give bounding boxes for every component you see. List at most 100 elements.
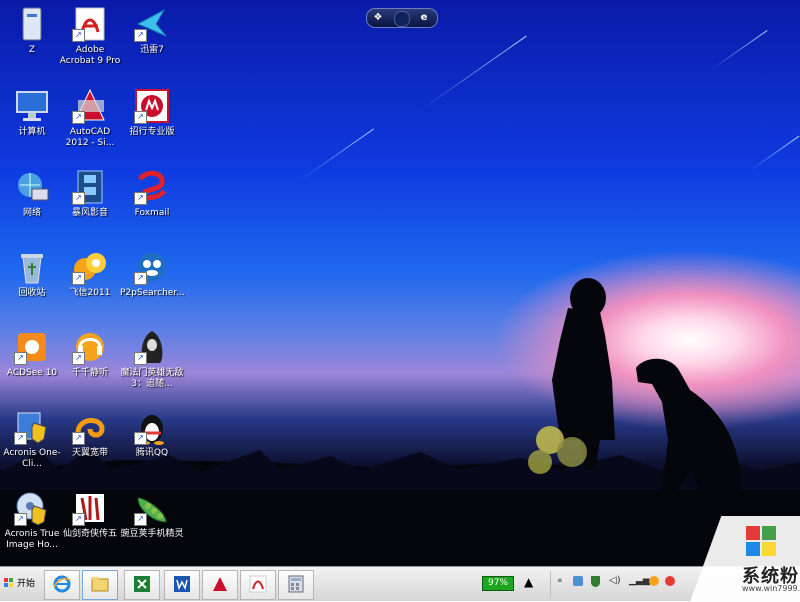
desktop-icon-acdsee[interactable]: ↗ ACDSee 10: [0, 329, 64, 379]
desktop-icon-recycle-bin[interactable]: 回收站: [0, 249, 64, 299]
icon-label: Acronis True Image Ho...: [4, 529, 60, 550]
cmb-bank-icon: ↗: [134, 88, 170, 124]
shortcut-arrow-icon: ↗: [72, 29, 85, 42]
desktop-icon-acrobat[interactable]: ↗ Adobe Acrobat 9 Pro: [58, 6, 122, 67]
desktop-icon-xianjian5[interactable]: ↗ 仙剑奇侠传五: [58, 490, 122, 540]
shortcut-arrow-icon: ↗: [14, 513, 27, 526]
desktop-icon-acronis-trueimage[interactable]: ↗ Acronis True Image Ho...: [0, 490, 64, 551]
start-button[interactable]: 开始: [2, 572, 38, 596]
recycle-bin-icon: [14, 249, 50, 285]
warning-icon[interactable]: ▲: [524, 575, 533, 589]
qq-penguin-icon: ↗: [134, 409, 170, 445]
battery-indicator[interactable]: 97%: [482, 576, 514, 591]
desktop-icon-network[interactable]: 网络: [0, 169, 64, 219]
start-label: 开始: [17, 579, 36, 589]
acdsee-icon: ↗: [14, 329, 50, 365]
icon-label: ACDSee 10: [6, 368, 58, 378]
icon-label: 迅雷7: [140, 45, 164, 55]
acronis-shield-icon: ↗: [14, 409, 50, 445]
thunder-bird-icon: ↗: [134, 6, 170, 42]
icon-label: 仙剑奇侠传五: [62, 529, 117, 539]
desktop-wallpaper: Z ↗ Adobe Acrobat 9 Pro ↗ 迅雷7 计算机 ↗ Auto…: [0, 0, 800, 566]
word-icon: [174, 576, 190, 592]
volume-icon[interactable]: ◁): [609, 575, 621, 586]
computer-tower-icon: [14, 6, 50, 42]
shortcut-arrow-icon: ↗: [72, 272, 85, 285]
icon-label: 计算机: [18, 127, 46, 137]
calculator-icon: [288, 575, 304, 593]
shield-tray-icon[interactable]: [591, 576, 600, 587]
excel-icon: [134, 576, 150, 592]
chevron-up-icon[interactable]: «: [557, 576, 563, 586]
desktop-icon-cmb[interactable]: ↗ 招行专业版: [120, 88, 184, 138]
shortcut-arrow-icon: ↗: [134, 272, 147, 285]
taskbar-autocad-button[interactable]: [202, 570, 238, 600]
qq-tray-icon[interactable]: [649, 576, 659, 586]
icon-label: 千千静听: [71, 368, 108, 378]
icon-label: 腾讯QQ: [135, 448, 169, 458]
ie-icon: [53, 575, 71, 593]
desktop-icon-computer[interactable]: 计算机: [0, 88, 64, 138]
ttplayer-icon: ↗: [72, 329, 108, 365]
shortcut-arrow-icon: ↗: [72, 111, 85, 124]
watermark-url: www.win7999.com: [742, 584, 800, 593]
icon-label: Z: [28, 45, 36, 55]
desktop-icon-tianyi[interactable]: ↗ 天翼宽带: [58, 409, 122, 459]
desktop-icon-autocad[interactable]: ↗ AutoCAD 2012 - Si...: [58, 88, 122, 149]
taskbar-acrobat-button[interactable]: [240, 570, 276, 600]
desktop-icon-foxmail[interactable]: ↗ Foxmail: [120, 169, 184, 219]
xianjian-game-icon: ↗: [72, 490, 108, 526]
desktop-icon-acronis-oneclick[interactable]: ↗ Acronis One-Cli...: [0, 409, 64, 470]
autocad-icon: [213, 577, 227, 591]
icon-label: 魔法门英雄无敌3：追随...: [120, 368, 184, 389]
taskbar-explorer-button[interactable]: [82, 570, 118, 600]
desktop-icon-heroes3[interactable]: ↗ 魔法门英雄无敌3：追随...: [120, 329, 184, 390]
tianyi-broadband-icon: ↗: [72, 409, 108, 445]
desktop-icon-z[interactable]: Z: [0, 6, 64, 56]
acrobat-icon: ↗: [72, 6, 108, 42]
desktop-icon-ttplayer[interactable]: ↗ 千千静听: [58, 329, 122, 379]
acrobat-icon: [249, 575, 267, 593]
desktop-icon-fetion[interactable]: ↗ 飞信2011: [58, 249, 122, 299]
network-tray-icon[interactable]: [573, 576, 583, 586]
desktop-icon-xunlei[interactable]: ↗ 迅雷7: [120, 6, 184, 56]
foxmail-icon: ↗: [134, 169, 170, 205]
balloon: [557, 437, 587, 467]
windows-flag-icon: [4, 578, 13, 587]
signal-icon[interactable]: ▁▃▅: [629, 576, 650, 586]
network-icon: [14, 169, 50, 205]
taskbar: 开始 97% ▲ « ◁) ▁▃▅: [0, 566, 800, 601]
icon-label: AutoCAD 2012 - Si...: [65, 127, 115, 148]
ie-icon[interactable]: e: [417, 11, 431, 25]
system-tray: « ◁) ▁▃▅: [550, 571, 691, 597]
shortcut-arrow-icon: ↗: [134, 111, 147, 124]
quick-launch-bar: ❖ e: [366, 8, 438, 28]
shortcut-arrow-icon: ↗: [134, 432, 147, 445]
shortcut-arrow-icon: ↗: [134, 352, 147, 365]
icon-label: P2pSearcher...: [120, 288, 185, 298]
icon-label: 回收站: [18, 288, 46, 298]
shortcut-arrow-icon: ↗: [72, 192, 85, 205]
user-tray-icon[interactable]: [665, 576, 675, 586]
shortcut-arrow-icon: ↗: [72, 432, 85, 445]
taskbar-word-button[interactable]: [164, 570, 200, 600]
taskbar-excel-button[interactable]: [124, 570, 160, 600]
icon-label: 豌豆荚手机精灵: [120, 529, 184, 539]
windows-flag-icon[interactable]: ❖: [371, 11, 385, 25]
balloon: [528, 450, 552, 474]
desktop-icon-wandoujia[interactable]: ↗ 豌豆荚手机精灵: [120, 490, 184, 540]
desktop-icon-baofeng[interactable]: ↗ 暴风影音: [58, 169, 122, 219]
orb-icon[interactable]: [394, 11, 410, 27]
taskbar-calculator-button[interactable]: [278, 570, 314, 600]
shortcut-arrow-icon: ↗: [134, 29, 147, 42]
film-strip-icon: ↗: [72, 169, 108, 205]
icon-label: 暴风影音: [71, 208, 108, 218]
monitor-icon: [14, 88, 50, 124]
wandoujia-pea-icon: ↗: [134, 490, 170, 526]
desktop-icon-p2psearcher[interactable]: ↗ P2pSearcher...: [120, 249, 185, 299]
windows-logo-icon: [746, 526, 776, 556]
desktop-icon-qq[interactable]: ↗ 腾讯QQ: [120, 409, 184, 459]
heroes-game-icon: ↗: [134, 329, 170, 365]
shortcut-arrow-icon: ↗: [14, 432, 27, 445]
taskbar-ie-button[interactable]: [44, 570, 80, 600]
